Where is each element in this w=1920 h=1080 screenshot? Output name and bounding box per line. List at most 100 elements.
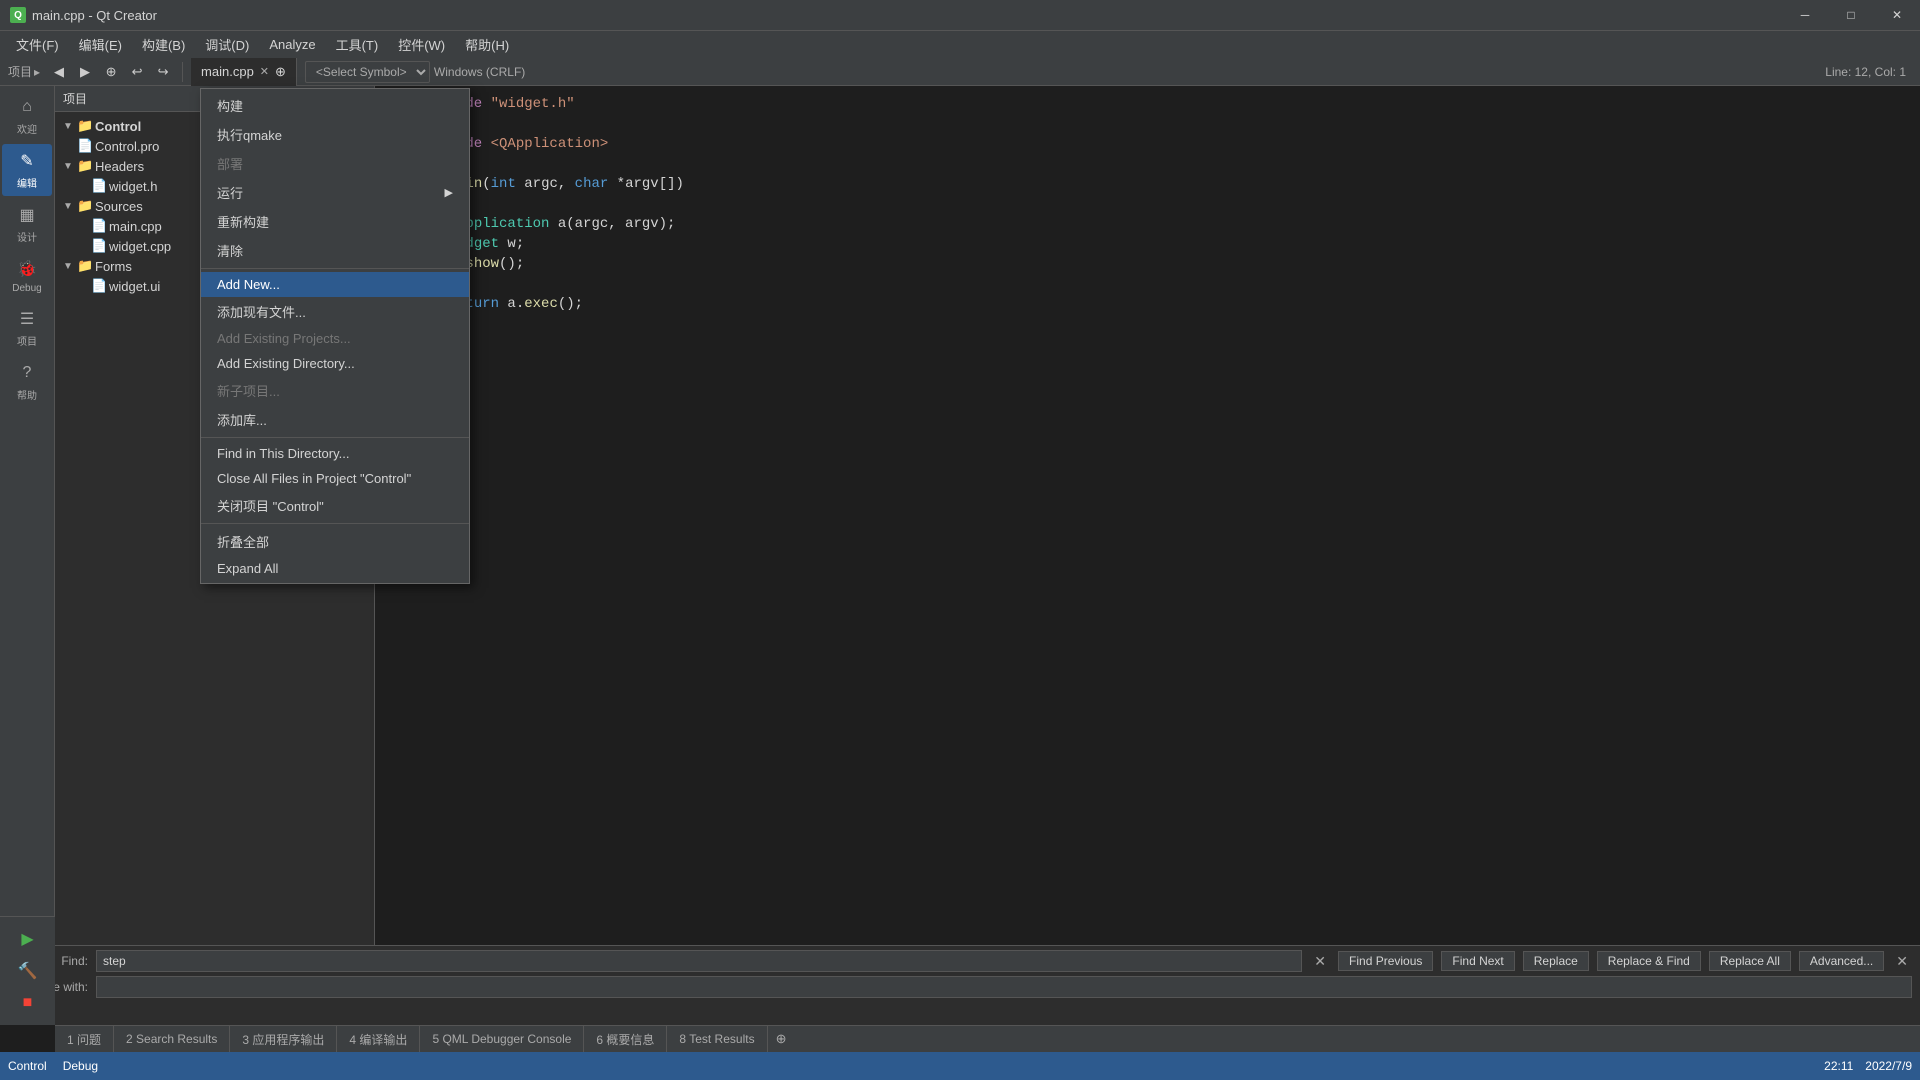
sidebar-item-help[interactable]: ? 帮助 <box>2 356 52 408</box>
tree-label-control: Control <box>95 119 141 134</box>
find-bar: Find: ✕ Find Previous Find Next Replace … <box>0 946 1920 1002</box>
replace-button[interactable]: Replace <box>1523 951 1589 971</box>
window-title: main.cpp - Qt Creator <box>32 8 157 23</box>
find-panel-close[interactable]: ✕ <box>1892 953 1912 970</box>
ctx-find-dir[interactable]: Find in This Directory... <box>201 441 469 466</box>
find-close-icon[interactable]: ✕ <box>1310 953 1330 970</box>
ctx-add-library[interactable]: 添加库... <box>201 405 469 434</box>
edit-icon: ✎ <box>16 150 38 172</box>
ctx-collapse-all[interactable]: 折叠全部 <box>201 527 469 556</box>
advanced-button[interactable]: Advanced... <box>1799 951 1884 971</box>
code-line-7: 7 QApplication a(argc, argv); <box>375 214 1920 234</box>
ctx-new-subproject-label: 新子项目... <box>217 381 280 400</box>
sidebar-label-debug: Debug <box>12 283 41 294</box>
breadcrumb-section: 项目 ▸ <box>4 63 44 80</box>
ctx-rebuild[interactable]: 重新构建 <box>201 207 469 236</box>
code-line-5: 5 int main(int argc, char *argv[]) <box>375 174 1920 194</box>
ctx-add-existing-file[interactable]: 添加现有文件... <box>201 297 469 326</box>
ctx-collapse-all-label: 折叠全部 <box>217 532 269 551</box>
ctx-expand-all[interactable]: Expand All <box>201 556 469 581</box>
tree-label-headers: Headers <box>95 159 144 174</box>
stop-button[interactable]: ■ <box>10 989 46 1017</box>
tab-compile-output[interactable]: 4 编译输出 <box>337 1026 420 1052</box>
sidebar-item-welcome[interactable]: ⌂ 欢迎 <box>2 90 52 142</box>
ctx-close-all-files[interactable]: Close All Files in Project "Control" <box>201 466 469 491</box>
nav-back[interactable]: ◀ <box>48 61 70 83</box>
ctx-clean[interactable]: 清除 <box>201 236 469 265</box>
toolbar-btn-3[interactable]: ↪ <box>152 61 174 83</box>
tab-more[interactable]: ⊕ <box>768 1027 795 1051</box>
tree-toggle-sources[interactable]: ▼ <box>63 201 77 212</box>
sidebar-label-design: 设计 <box>17 229 37 244</box>
symbol-select[interactable]: <Select Symbol> <box>305 61 430 83</box>
close-button[interactable]: ✕ <box>1874 0 1920 30</box>
ctx-run-arrow: ▶ <box>445 186 453 199</box>
file-tab[interactable]: main.cpp ✕ ⊕ <box>191 58 297 86</box>
menu-debug[interactable]: 调试(D) <box>195 32 259 57</box>
menu-file[interactable]: 文件(F) <box>6 32 69 57</box>
tab-summary[interactable]: 6 概要信息 <box>584 1026 667 1052</box>
ctx-add-existing-dir[interactable]: Add Existing Directory... <box>201 351 469 376</box>
sidebar-item-project[interactable]: ☰ 项目 <box>2 302 52 354</box>
maximize-button[interactable]: □ <box>1828 0 1874 30</box>
menu-controls[interactable]: 控件(W) <box>388 32 455 57</box>
app-icon: Q <box>10 7 26 23</box>
menu-analyze[interactable]: Analyze <box>259 34 325 55</box>
tab-search-results[interactable]: 2 Search Results <box>114 1026 230 1052</box>
replace-all-button[interactable]: Replace All <box>1709 951 1791 971</box>
ctx-add-existing-projects: Add Existing Projects... <box>201 326 469 351</box>
ctx-qmake[interactable]: 执行qmake <box>201 120 469 149</box>
file-icon-widgetcpp: 📄 <box>91 238 109 254</box>
menu-tools[interactable]: 工具(T) <box>326 32 389 57</box>
bottom-tabs: 1 问题 2 Search Results 3 应用程序输出 4 编译输出 5 … <box>55 1025 1920 1052</box>
code-line-3: 3 #include <QApplication> <box>375 134 1920 154</box>
os-date: 2022/7/9 <box>1865 1059 1912 1073</box>
ctx-add-new[interactable]: Add New... <box>201 272 469 297</box>
tab-expand-icon: ⊕ <box>275 64 286 80</box>
toolbar-btn-2[interactable]: ↩ <box>126 61 148 83</box>
status-project: Control <box>8 1059 47 1073</box>
build-button[interactable]: 🔨 <box>10 957 46 985</box>
replace-find-button[interactable]: Replace & Find <box>1597 951 1701 971</box>
status-bar: Control Debug 22:11 2022/7/9 <box>0 1052 1920 1080</box>
ctx-qmake-label: 执行qmake <box>217 125 282 144</box>
ctx-build[interactable]: 构建 <box>201 91 469 120</box>
tree-label-sources: Sources <box>95 199 143 214</box>
ctx-find-dir-label: Find in This Directory... <box>217 446 349 461</box>
tree-toggle-headers[interactable]: ▼ <box>63 161 77 172</box>
tree-label-widgeth: widget.h <box>109 179 157 194</box>
find-bar-panel: Find: ✕ Find Previous Find Next Replace … <box>0 945 1920 1025</box>
sidebar-item-edit[interactable]: ✎ 编辑 <box>2 144 52 196</box>
minimize-button[interactable]: ─ <box>1782 0 1828 30</box>
tab-qml-debugger[interactable]: 5 QML Debugger Console <box>420 1026 584 1052</box>
tree-toggle-forms[interactable]: ▼ <box>63 261 77 272</box>
tree-toggle-control[interactable]: ▼ <box>63 121 77 132</box>
code-line-11: 11 return a.exec(); <box>375 294 1920 314</box>
breadcrumb-separator: ▸ <box>34 65 40 79</box>
tree-label-maincpp: main.cpp <box>109 219 162 234</box>
status-time: 22:11 <box>1824 1059 1853 1073</box>
toolbar-sep-1 <box>182 62 183 82</box>
sidebar-item-debug[interactable]: 🐞 Debug <box>2 252 52 300</box>
run-button[interactable]: ▶ <box>10 925 46 953</box>
find-prev-button[interactable]: Find Previous <box>1338 951 1433 971</box>
status-mode-label: Debug <box>63 1059 98 1073</box>
menu-build[interactable]: 构建(B) <box>132 32 195 57</box>
editor-area[interactable]: 1 #include "widget.h" 2 3 #include <QApp… <box>375 86 1920 975</box>
find-next-button[interactable]: Find Next <box>1441 951 1514 971</box>
nav-forward[interactable]: ▶ <box>74 61 96 83</box>
find-input[interactable] <box>96 950 1302 972</box>
replace-input[interactable] <box>96 976 1912 998</box>
menu-help[interactable]: 帮助(H) <box>455 32 519 57</box>
toolbar-btn-1[interactable]: ⊕ <box>100 61 122 83</box>
ctx-run[interactable]: 运行 ▶ <box>201 178 469 207</box>
tab-problems[interactable]: 1 问题 <box>55 1026 114 1052</box>
tab-app-output[interactable]: 3 应用程序输出 <box>230 1026 337 1052</box>
ctx-sep-2 <box>201 437 469 438</box>
file-tab-close[interactable]: ✕ <box>260 65 269 78</box>
ctx-close-project[interactable]: 关闭项目 "Control" <box>201 491 469 520</box>
tab-test-results[interactable]: 8 Test Results <box>667 1026 767 1052</box>
sidebar-item-design[interactable]: ▦ 设计 <box>2 198 52 250</box>
menu-edit[interactable]: 编辑(E) <box>69 32 132 57</box>
folder-icon-control: 📁 <box>77 118 95 134</box>
